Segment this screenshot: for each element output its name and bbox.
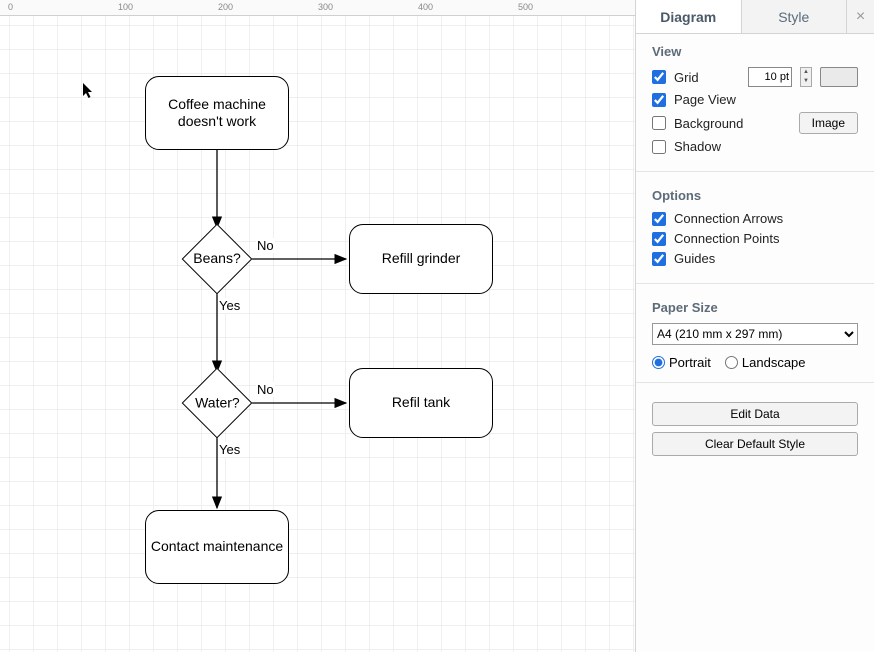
stepper-up-icon[interactable]: ▲ [801, 68, 811, 77]
node-start-text: Coffee machine doesn't work [168, 96, 266, 131]
shadow-label: Shadow [674, 139, 721, 154]
landscape-radio[interactable] [725, 356, 738, 369]
stepper-down-icon[interactable]: ▼ [801, 77, 811, 86]
canvas-area[interactable]: 0 100 200 300 400 500 [0, 0, 635, 652]
close-icon: × [856, 8, 865, 26]
node-tank-text: Refil tank [392, 394, 450, 412]
label-water-no: No [256, 382, 275, 397]
view-heading: View [652, 44, 858, 59]
canvas[interactable]: Coffee machine doesn't work Beans? Refil… [0, 16, 635, 652]
cursor-icon [83, 83, 95, 99]
node-beans-text: Beans? [193, 250, 240, 268]
background-image-button[interactable]: Image [799, 112, 858, 134]
node-maintenance[interactable]: Contact maintenance [145, 510, 289, 584]
tab-diagram[interactable]: Diagram [636, 0, 742, 33]
options-heading: Options [652, 188, 858, 203]
grid-checkbox[interactable] [652, 70, 666, 84]
pageview-label: Page View [674, 92, 736, 107]
row-conn-arrows: Connection Arrows [652, 211, 858, 226]
grid-label: Grid [674, 70, 699, 85]
node-water-text: Water? [195, 394, 240, 412]
row-pageview: Page View [652, 92, 858, 107]
guides-checkbox[interactable] [652, 252, 666, 266]
guides-label: Guides [674, 251, 715, 266]
row-guides: Guides [652, 251, 858, 266]
portrait-label: Portrait [669, 355, 711, 370]
background-label: Background [674, 116, 743, 131]
conn-points-checkbox[interactable] [652, 232, 666, 246]
shadow-checkbox[interactable] [652, 140, 666, 154]
ruler-horizontal: 0 100 200 300 400 500 [0, 0, 635, 16]
section-view: View Grid ▲ ▼ Page View Background Image… [636, 34, 874, 165]
section-options: Options Connection Arrows Connection Poi… [636, 178, 874, 277]
landscape-option[interactable]: Landscape [725, 355, 806, 370]
clear-default-style-button[interactable]: Clear Default Style [652, 432, 858, 456]
grid-overlay [0, 16, 635, 652]
row-conn-points: Connection Points [652, 231, 858, 246]
label-beans-no: No [256, 238, 275, 253]
node-grinder-text: Refill grinder [382, 250, 461, 268]
edit-data-button[interactable]: Edit Data [652, 402, 858, 426]
close-panel-button[interactable]: × [846, 0, 874, 33]
row-grid: Grid ▲ ▼ [652, 67, 858, 87]
pageview-checkbox[interactable] [652, 93, 666, 107]
label-water-yes: Yes [218, 442, 241, 457]
node-start[interactable]: Coffee machine doesn't work [145, 76, 289, 150]
portrait-radio[interactable] [652, 356, 665, 369]
landscape-label: Landscape [742, 355, 806, 370]
node-maintenance-text: Contact maintenance [151, 538, 283, 556]
label-beans-yes: Yes [218, 298, 241, 313]
conn-arrows-checkbox[interactable] [652, 212, 666, 226]
portrait-option[interactable]: Portrait [652, 355, 711, 370]
paper-size-select[interactable]: A4 (210 mm x 297 mm) [652, 323, 858, 345]
background-checkbox[interactable] [652, 116, 666, 130]
conn-arrows-label: Connection Arrows [674, 211, 783, 226]
orientation-group: Portrait Landscape [652, 355, 858, 370]
node-grinder[interactable]: Refill grinder [349, 224, 493, 294]
section-paper: Paper Size A4 (210 mm x 297 mm) Portrait… [636, 290, 874, 376]
grid-size-input[interactable] [748, 67, 792, 87]
format-panel: Diagram Style × View Grid ▲ ▼ Page View … [635, 0, 874, 652]
panel-tabs: Diagram Style × [636, 0, 874, 34]
section-buttons: Edit Data Clear Default Style [636, 389, 874, 465]
grid-color-swatch[interactable] [820, 67, 858, 87]
grid-size-stepper[interactable]: ▲ ▼ [800, 67, 812, 87]
row-background: Background Image [652, 112, 858, 134]
paper-heading: Paper Size [652, 300, 858, 315]
tab-style[interactable]: Style [742, 0, 847, 33]
row-shadow: Shadow [652, 139, 858, 154]
node-tank[interactable]: Refil tank [349, 368, 493, 438]
conn-points-label: Connection Points [674, 231, 780, 246]
